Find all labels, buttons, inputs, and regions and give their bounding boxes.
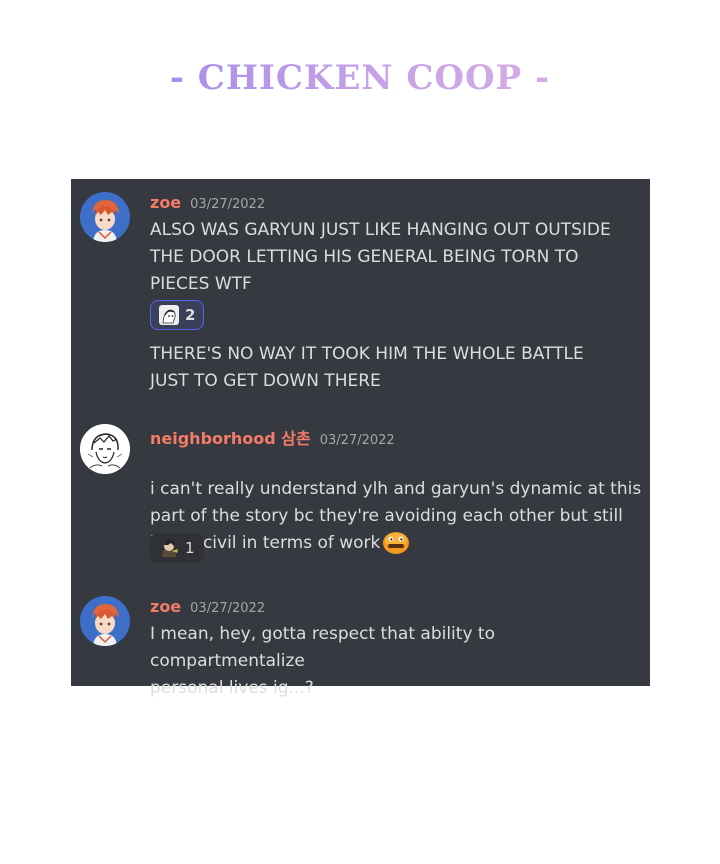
message-text: i can't really understand ylh and garyun… [150, 449, 645, 557]
avatar[interactable] [80, 424, 130, 474]
reaction-count: 2 [185, 306, 196, 324]
message-text: ALSO WAS GARYUN JUST LIKE HANGING OUT OU… [150, 220, 611, 294]
username[interactable]: zoe [150, 193, 181, 212]
anime-avatar-red-hair-icon [80, 596, 130, 646]
character-emoji-icon [159, 538, 179, 558]
username[interactable]: neighborhood 삼촌 [150, 425, 311, 449]
reaction-button[interactable]: 2 [150, 300, 205, 330]
message-header: zoe 03/27/2022 [150, 597, 265, 616]
message-text: I mean, hey, gotta respect that ability … [150, 624, 495, 698]
timestamp[interactable]: 03/27/2022 [190, 197, 265, 212]
timestamp[interactable]: 03/27/2022 [190, 601, 265, 616]
message-text: THERE'S NO WAY IT TOOK HIM THE WHOLE BAT… [150, 344, 584, 391]
chat-log: zoe 03/27/2022 ALSO WAS GARYUN JUST LIKE… [71, 179, 650, 698]
anime-avatar-red-hair-icon [80, 192, 130, 242]
message-header: zoe 03/27/2022 [150, 193, 265, 212]
avatar[interactable] [80, 192, 130, 242]
timestamp[interactable]: 03/27/2022 [320, 433, 395, 448]
reaction-count: 1 [185, 539, 195, 557]
sketch-avatar-icon [80, 424, 130, 474]
reaction-button[interactable]: 1 [150, 533, 204, 563]
orange-blob-emoji-icon [383, 532, 410, 554]
avatar[interactable] [80, 596, 130, 646]
page-title: - CHICKEN COOP - [0, 58, 720, 98]
username[interactable]: zoe [150, 597, 181, 616]
sketch-character-emoji-icon [159, 305, 179, 325]
message-header: neighborhood 삼촌 03/27/2022 [150, 425, 395, 449]
